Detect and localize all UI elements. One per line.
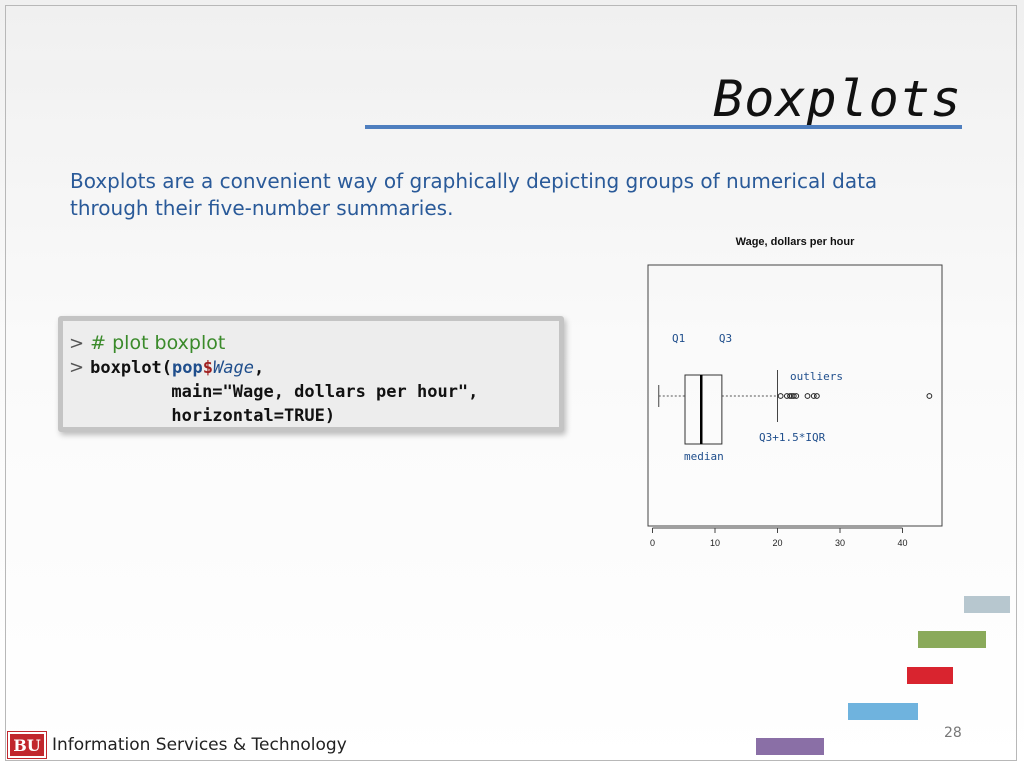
outliers-annotation: outliers: [790, 370, 843, 383]
outlier-point: [804, 393, 811, 399]
deco-block-red: [907, 667, 953, 684]
bu-logo: BU: [7, 731, 47, 759]
code-object: pop: [172, 358, 203, 378]
title-underline: [365, 125, 962, 129]
outlier-point: [813, 393, 820, 399]
plot-frame: [647, 264, 943, 527]
code-horizontal-arg: horizontal=TRUE): [171, 406, 336, 426]
code-main-arg: main="Wage, dollars per hour",: [171, 382, 479, 402]
department-name: Information Services & Technology: [52, 735, 347, 755]
prompt: >: [69, 333, 85, 354]
code-variable: Wage: [213, 358, 254, 378]
upper-fence-annotation: Q3+1.5*IQR: [759, 431, 826, 444]
x-tick-label: 40: [897, 538, 907, 548]
q1-annotation: Q1: [672, 332, 685, 345]
deco-block-gray: [964, 596, 1010, 613]
x-tick-label: 10: [710, 538, 720, 548]
chart-title: Wage, dollars per hour: [735, 236, 855, 248]
x-tick-label: 20: [772, 538, 782, 548]
deco-block-blue: [848, 703, 918, 720]
deco-block-green: [918, 631, 986, 648]
page-number: 28: [944, 725, 962, 741]
prompt: >: [69, 357, 85, 378]
deco-block-purple: [756, 738, 824, 755]
code-line-3: main="Wage, dollars per hour",: [69, 379, 559, 403]
code-line-4: horizontal=TRUE): [69, 403, 559, 427]
code-line-2: > boxplot(pop$Wage,: [69, 355, 559, 379]
median-annotation: median: [684, 450, 724, 463]
outlier-layer: [777, 393, 933, 399]
code-comma: ,: [253, 358, 265, 378]
intro-text: Boxplots are a convenient way of graphic…: [70, 169, 878, 220]
x-axis: 0 10 20 30 40: [650, 527, 908, 548]
iqr-box: [684, 374, 723, 445]
x-tick-label: 0: [650, 538, 655, 548]
code-block: > # plot boxplot > boxplot(pop$Wage, mai…: [58, 316, 564, 432]
code-line-1: > # plot boxplot: [69, 331, 559, 355]
code-function: boxplot(: [90, 358, 173, 378]
code-comment: # plot boxplot: [90, 332, 226, 354]
code-dollar: $: [202, 358, 213, 378]
outlier-point: [926, 393, 933, 399]
boxplot-chart: 0 10 20 30 40 Q1 Q3 outliers Q3+1.5*IQR median: [647, 264, 943, 548]
outlier-point: [777, 393, 784, 399]
q3-annotation: Q3: [719, 332, 732, 345]
slide-title: Boxplots: [713, 70, 962, 128]
x-tick-label: 30: [835, 538, 845, 548]
annotation-layer: Q1 Q3 outliers Q3+1.5*IQR median: [672, 332, 843, 463]
